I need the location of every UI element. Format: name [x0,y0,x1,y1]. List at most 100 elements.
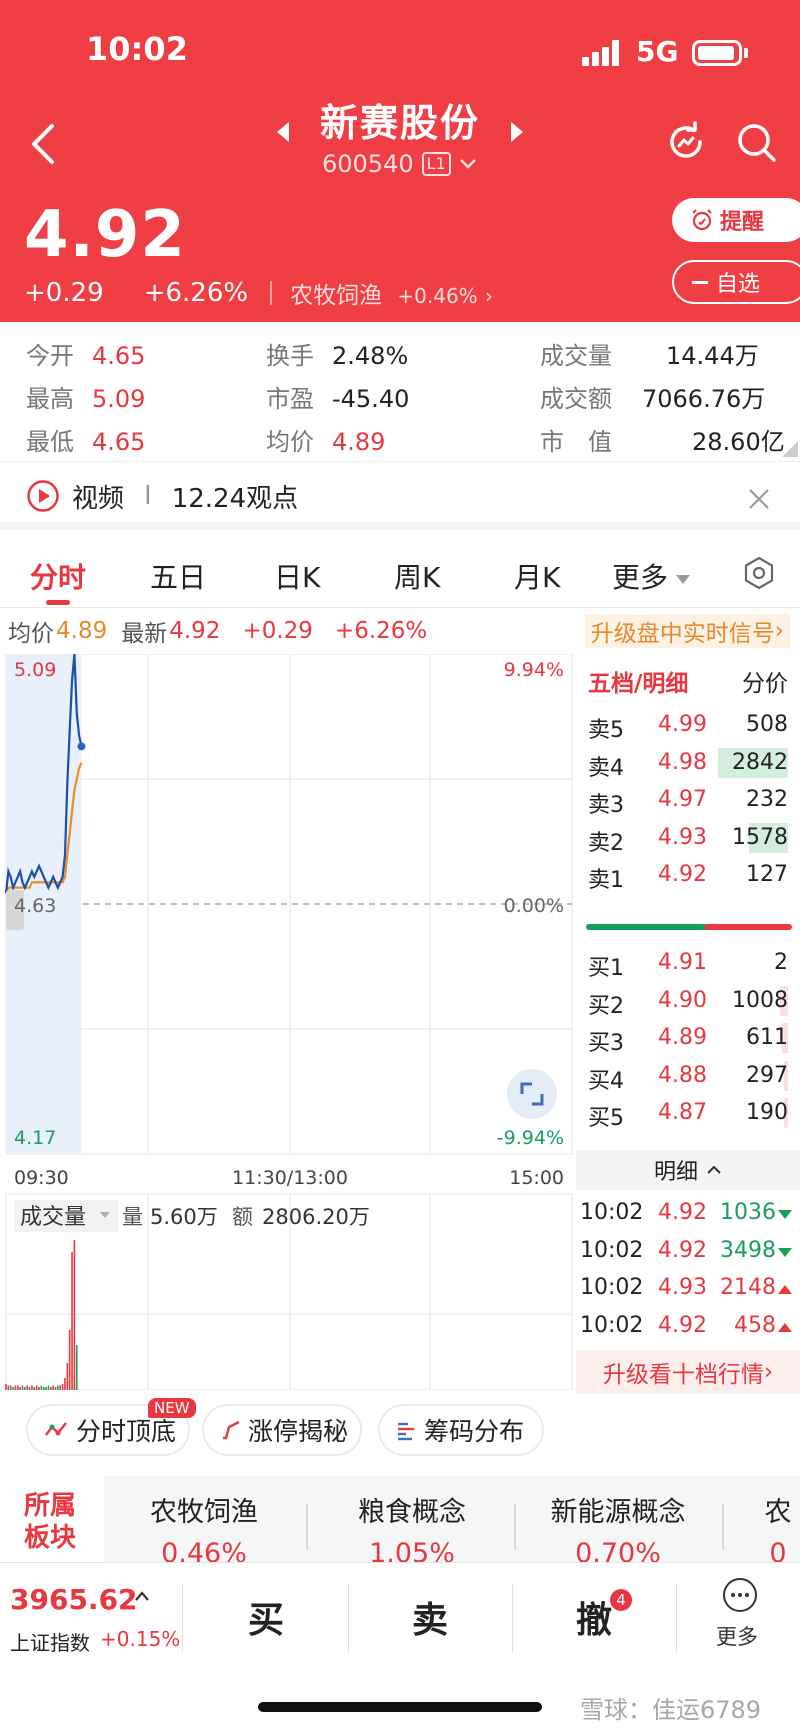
volume-bar [52,1385,54,1390]
tick-price: 4.92 [658,1312,707,1338]
sectors-title: 所属 板块 [0,1476,104,1564]
volume-bar [57,1385,59,1390]
volume-bar [71,1252,73,1390]
tick-price: 4.92 [658,1200,707,1225]
prev-stock-icon[interactable] [276,121,289,142]
chart-tabs: 分时 五日 日K 周K 月K 更多 [0,546,800,608]
ask-side: 卖3 [588,793,624,818]
expand-corner-icon[interactable] [782,441,798,457]
tick-price: 4.92 [658,1237,707,1263]
y-tick-mid-pct: 0.00% [504,895,564,917]
vol-value: 5.60万 [150,1205,218,1229]
volume-bar [47,1385,50,1390]
battery-nub [744,48,748,58]
more-label: 更多 [716,1625,758,1649]
arrow-down-icon [778,1247,792,1257]
ratio-green [586,924,706,930]
search-icon[interactable] [734,120,778,164]
home-indicator[interactable] [258,1702,542,1712]
upgrade-ten-level-link[interactable]: 升级看十档行情 › [576,1350,800,1394]
bid-row[interactable]: 买3 4.89 611 [576,1019,800,1059]
video-views: 12.24观点 [171,483,299,514]
latest-label: 最新 [121,621,168,647]
watchlist-button[interactable]: 自选 [672,260,800,304]
intraday-chart[interactable]: S 5.09 4.63 4.17 9.94% 0.00% -9.94% 09:3… [0,654,576,1390]
volume-bar [61,1384,64,1390]
refresh-icon[interactable] [664,120,708,164]
settings-icon[interactable] [742,556,776,590]
ask-row[interactable]: 卖3 4.97 232 [576,781,800,821]
fullscreen-button[interactable] [507,1069,557,1119]
index-value[interactable]: 3965.62 [10,1583,138,1616]
signal-icon [582,40,626,66]
amt-label: 额 [232,1205,253,1229]
close-icon[interactable] [746,486,772,512]
tab-price-dist[interactable]: 分价 [742,664,788,698]
tab-five-day[interactable]: 五日 [150,556,206,596]
quote-stats: 今开 4.65 换手 2.48% 成交量 14.44万 最高 5.09 市盈 -45.40… [0,322,800,462]
bid-row[interactable]: 买1 4.91 2 [576,944,800,984]
sell-button[interactable]: 卖 [412,1591,448,1643]
sector-item[interactable]: 农牧饲渔 0.46% [104,1476,304,1564]
tab-five-level[interactable]: 五档/明细 [588,664,688,698]
bid-row[interactable]: 买5 4.87 190 [576,1094,800,1134]
related-sectors: 所属 板块 农牧饲渔 0.46% 粮食概念 1.05% 新能源概念 0.70% … [0,1476,800,1564]
tab-weekly-k[interactable]: 周K [394,556,440,596]
ask-price: 4.97 [658,787,707,812]
sector-link[interactable]: 农牧饲渔 +0.46% › [290,276,493,310]
stat-pe: 市盈 -45.40 [266,385,410,413]
divider [306,1504,308,1550]
alert-button[interactable]: 提醒 [672,198,800,242]
tool-chip-limit-up[interactable]: 涨停揭秘 [202,1404,362,1456]
arrow-up-icon [778,1285,792,1294]
video-row[interactable]: 视频 I 12.24观点 [0,470,800,530]
caret-down-icon [676,574,691,584]
x-tick-close: 15:00 [509,1167,564,1189]
limit-up-icon [223,1420,240,1440]
stat-amount: 成交额 7066.76万 [540,385,766,413]
tick-row: 10:02 4.92 458 [576,1307,800,1347]
tick-row: 10:02 4.92 3498 [576,1232,800,1272]
sector-item[interactable]: 农 0 [678,1476,800,1564]
upgrade-signal-link[interactable]: 升级盘中实时信号 › [584,614,790,648]
watch-label: 自选 [716,272,761,297]
change-row: +0.29 +6.26% 农牧饲渔 +0.46% › [24,276,493,310]
tab-intraday[interactable]: 分时 [30,556,86,596]
stat-volume: 成交量 14.44万 [540,342,759,370]
ask-row[interactable]: 卖5 4.99 508 [576,706,800,746]
sector-pct: 0.46% [161,1538,247,1564]
battery-icon [692,40,742,66]
tool-chip-chips-distribution[interactable]: 筹码分布 [378,1404,544,1456]
tab-daily-k[interactable]: 日K [274,556,320,596]
volume-bar [33,1387,36,1390]
new-badge: NEW [148,1398,196,1418]
divider [270,281,273,305]
ask-row[interactable]: 卖1 4.92 127 [576,856,800,896]
buy-button[interactable]: 买 [248,1591,284,1643]
ask-side: 卖1 [588,868,624,893]
detail-toggle[interactable]: 明细 [576,1150,800,1190]
bid-side: 买1 [588,956,624,981]
distribution-icon [398,1422,414,1441]
ask-row[interactable]: 卖4 4.98 2842 [576,744,800,784]
sector-pct: 1.05% [369,1538,455,1564]
bid-row[interactable]: 买2 4.90 1008 [576,982,800,1022]
stock-code-row[interactable]: 600540 L1 [322,150,477,178]
cancel-order-button[interactable]: 撤 [576,1591,612,1643]
chevron-right-icon: › [485,284,493,308]
more-dots-icon[interactable] [722,1577,758,1613]
next-stock-icon[interactable] [511,121,524,142]
volume-bar [64,1378,66,1390]
tick-row: 10:02 4.92 1036 [576,1194,800,1234]
bid-row[interactable]: 买4 4.88 297 [576,1057,800,1097]
tab-monthly-k[interactable]: 月K [514,556,560,596]
tab-more[interactable]: 更多 [612,556,691,596]
chevron-up-icon [135,1591,149,1601]
volume-bar [21,1385,24,1390]
tick-volume: 3498 [720,1237,776,1263]
volume-bar [24,1387,26,1390]
volume-bar [38,1387,40,1390]
sector-item[interactable]: 粮食概念 1.05% [312,1476,512,1564]
tick-time: 10:02 [580,1237,644,1263]
ask-row[interactable]: 卖2 4.93 1578 [576,819,800,859]
